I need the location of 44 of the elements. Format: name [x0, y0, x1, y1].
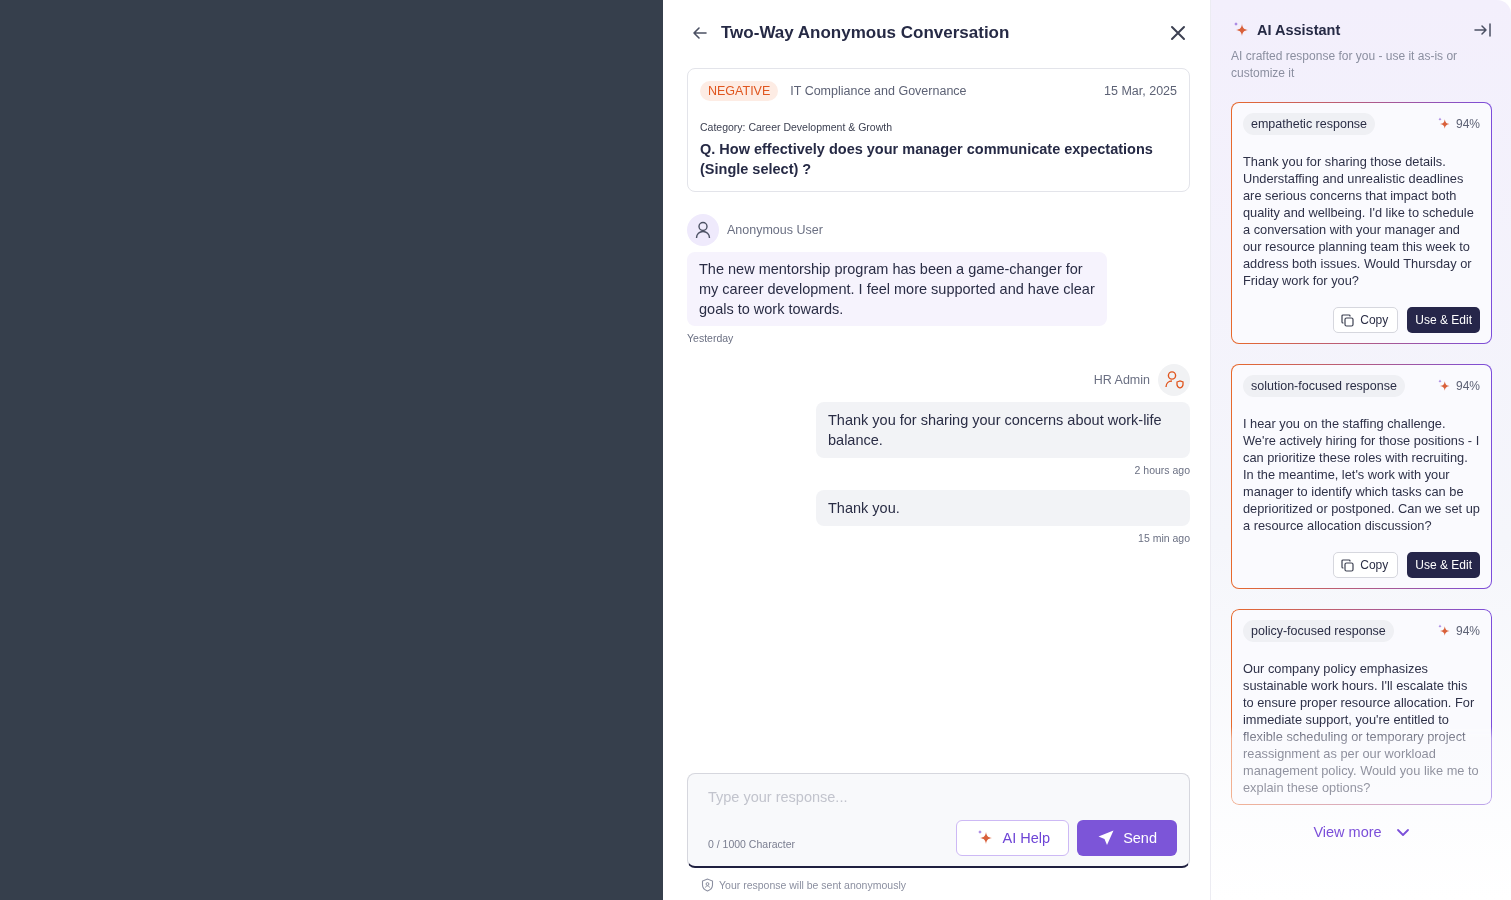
user-avatar-icon — [687, 214, 719, 246]
author-name: Anonymous User — [727, 223, 823, 237]
view-more-button[interactable]: View more — [1309, 820, 1414, 844]
message-bubble: The new mentorship program has been a game-changer for my career development. I feel more supported and have clear goals to work towards. — [687, 252, 1107, 326]
copy-button[interactable]: Copy — [1333, 552, 1399, 578]
copy-icon — [1341, 558, 1355, 572]
copy-icon — [1341, 313, 1355, 327]
message-time: 15 min ago — [1138, 532, 1190, 544]
send-button[interactable]: Send — [1077, 820, 1177, 856]
close-icon[interactable] — [1170, 25, 1186, 41]
message-bubble: Thank you. — [816, 490, 1190, 526]
assistant-subtitle: AI crafted response for you - use it as-is or customize it — [1231, 48, 1459, 82]
assistant-title: AI Assistant — [1257, 22, 1342, 38]
chevron-down-icon — [1395, 827, 1410, 837]
match-score: 94% — [1455, 379, 1480, 393]
message-time: Yesterday — [687, 332, 735, 344]
send-icon — [1097, 829, 1116, 847]
character-counter: 0 / 1000 Character — [708, 838, 796, 850]
question-text: Q. How effectively does your manager communicate expectations (Single select) ? — [700, 140, 1154, 179]
category-label: Category: Career Development & Growth — [700, 121, 893, 133]
response-type-tag: empathetic response — [1243, 113, 1376, 135]
suggested-response: I hear you on the staffing challenge. We're actively hiring for those positions - I can prioritize these roles with recruiting. In the meantime, let's work with your manager to identify which tasks can be deprioritized or postponed. Can we set up a resource allocation discussion? — [1243, 415, 1480, 534]
date-label: 15 Mar, 2025 — [1104, 84, 1177, 98]
back-arrow-icon[interactable] — [691, 24, 709, 42]
panel-title: Two-Way Anonymous Conversation — [721, 23, 1011, 43]
anonymity-note: Your response will be sent anonymously — [719, 879, 906, 891]
author-name: HR Admin — [1093, 373, 1150, 387]
suggested-response: Our company policy emphasizes sustainable work hours. I'll escalate this to ensure proper resource allocation. For immediate support, you're entitled to flexible scheduling or temporary project reassignment as per our workload management policy. Would you like me to explain these options? — [1243, 660, 1480, 796]
ai-help-button[interactable]: AI Help — [955, 820, 1070, 856]
use-and-edit-button[interactable]: Use & Edit — [1407, 307, 1480, 333]
response-type-tag: solution-focused response — [1243, 375, 1405, 397]
message-bubble: Thank you for sharing your concerns about work-life balance. — [816, 402, 1190, 458]
match-score: 94% — [1455, 624, 1480, 638]
copy-button[interactable]: Copy — [1333, 307, 1399, 333]
use-and-edit-button[interactable]: Use & Edit — [1407, 552, 1480, 578]
suggested-response: Thank you for sharing those details. Understaffing and unrealistic deadlines are serious concerns that impact both quality and wellbeing. I'd like to schedule a conversation with your manager and our resource planning team this week to address both issues. Would Thursday or Friday work for you? — [1243, 153, 1475, 289]
match-score: 94% — [1455, 117, 1480, 131]
admin-avatar-icon — [1158, 364, 1190, 396]
response-type-tag: policy-focused response — [1243, 620, 1394, 642]
collapse-panel-icon[interactable] — [1474, 23, 1492, 37]
message-time: 2 hours ago — [1134, 464, 1190, 476]
department-label: IT Compliance and Governance — [790, 84, 968, 98]
shield-icon — [701, 878, 714, 892]
sentiment-badge: NEGATIVE — [700, 81, 779, 101]
